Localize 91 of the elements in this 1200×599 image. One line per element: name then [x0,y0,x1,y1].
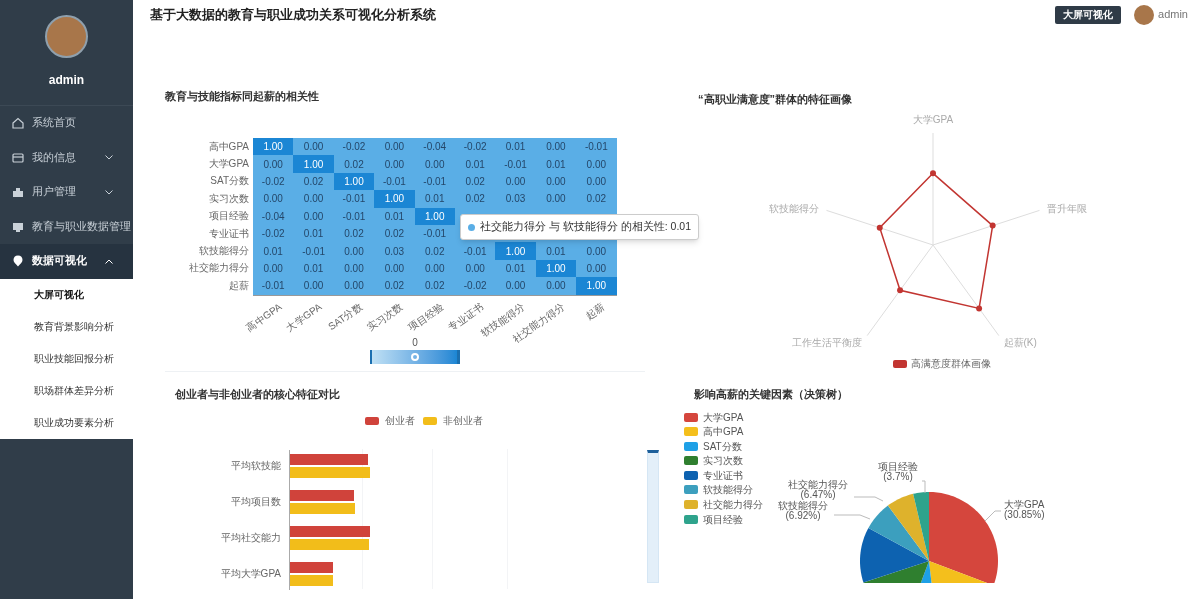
legend-label[interactable]: 非创业者 [443,413,483,428]
axis-label: 高中GPA [244,300,285,334]
legend-label[interactable]: 高中GPA [703,424,744,440]
card-icon [11,150,25,165]
leader-line [921,480,926,494]
axis-label: SAT分数 [326,300,365,333]
axis-label: 平均大学GPA [219,568,281,580]
menu-item[interactable]: 用户管理 [0,175,133,210]
heatmap-cell[interactable]: 1.00 [374,190,415,208]
axis-label: 大学GPA [911,113,955,127]
legend-label[interactable]: 社交能力得分 [703,497,763,513]
pie-slice[interactable] [860,527,929,583]
chart-title: “高职业满意度”群体的特征画像 [697,92,853,107]
user-name[interactable]: admin [1158,6,1188,23]
heatmap-cell[interactable]: 1.00 [293,155,334,173]
axis-label: 起薪(K) [1003,336,1037,351]
axis-label: 大学GPA [207,157,249,170]
axis-label: 起薪 [228,279,249,292]
leader-line [853,496,884,502]
legend-label[interactable]: SAT分数 [703,438,742,454]
axis-label: 软技能得分 [768,201,819,216]
slice-percent: (6.92%) [785,511,821,521]
chart-title: 创业者与非创业者的核心特征对比 [174,387,341,402]
slice-label: 软技能得分 [778,501,828,511]
legend-label[interactable]: 项目经验 [703,511,743,527]
slice-label: 社交能力得分 [788,480,848,490]
axis-label: 平均软技能 [230,460,281,472]
briefcase-icon [11,185,25,200]
axis-label: 大学GPA [284,300,325,334]
submenu-item[interactable]: 职场群体差异分析 [0,374,133,407]
slider-handle[interactable] [410,353,419,361]
heatmap-cell[interactable]: 1.00 [576,277,617,295]
axis-label: 项目经验 [406,300,446,334]
axis-label: 晋升年限 [1047,201,1088,216]
slice-percent: (3.7%) [883,472,913,482]
axis-label: 专业证书 [208,227,249,240]
axis-label: 社交能力得分 [188,262,249,275]
axis-label: 实习次数 [208,192,249,205]
axis-label: 平均社交能力 [220,532,281,544]
legend-label[interactable]: 实习次数 [703,453,743,469]
user-avatar[interactable] [1134,4,1155,25]
legend-label[interactable]: 大学GPA [703,409,744,425]
axis-label: 工作生活平衡度 [792,336,863,351]
submenu-item[interactable]: 大屏可视化 [0,278,133,311]
big-screen-button[interactable]: 大屏可视化 [1055,5,1122,24]
home-icon [11,116,25,131]
bar [290,490,354,501]
range-slider[interactable] [370,350,460,364]
pie-slice[interactable] [929,492,998,583]
pie-slice[interactable] [929,561,988,583]
heatmap-cell[interactable]: 1.00 [495,242,536,260]
user-name: admin [48,72,85,89]
leader-line [984,510,1002,522]
axis-label: 平均项目数 [230,496,281,508]
submenu-item[interactable]: 教育背景影响分析 [0,310,133,343]
slice-percent: (30.85%) [1004,510,1045,520]
bar [290,575,333,586]
legend-label[interactable]: 专业证书 [703,467,743,483]
leader-line [833,514,871,520]
pie-slice[interactable] [887,493,929,561]
slice-label: 大学GPA [1004,500,1045,510]
legend-label[interactable]: 创业者 [385,413,415,428]
pie-slice[interactable] [868,505,929,561]
bar [290,503,355,514]
tooltip-text: 社交能力得分 与 软技能得分 的相关性: 0.01 [480,219,692,235]
page-title: 基于大数据的教育与职业成功关系可视化分析系统 [150,5,436,24]
bar [290,562,333,573]
menu-item[interactable]: 我的信息 [0,140,133,175]
legend-label[interactable]: 软技能得分 [703,482,753,498]
legend-label[interactable]: 高满意度群体画像 [911,356,991,371]
chart-title: 教育与技能指标同起薪的相关性 [165,89,320,104]
axis-label: 高中GPA [207,140,249,153]
pie-slice[interactable] [913,492,929,561]
submenu-item[interactable]: 职业成功要素分析 [0,406,133,439]
map-pin-icon [11,254,25,269]
axis-label: 起薪 [584,300,608,322]
slice-label: 项目经验 [878,462,918,472]
axis-label: 项目经验 [208,210,249,223]
slice-percent: (6.47%) [800,490,836,500]
menu-item[interactable]: 教育与职业数据管理 [0,209,133,244]
menu-item[interactable]: 数据可视化 [0,244,133,279]
axis-label: 实习次数 [365,300,406,334]
submenu-item[interactable]: 职业技能回报分析 [0,342,133,375]
pie-slice[interactable] [920,561,932,583]
avatar [45,15,88,58]
axis-label: SAT分数 [209,175,249,188]
heatmap-cell[interactable]: 1.00 [253,138,294,156]
axis-label: 软技能得分 [198,244,249,257]
menu-item[interactable]: 系统首页 [0,106,133,141]
range-value: 0 [411,336,419,350]
chart-title: 影响高薪的关键因素（决策树） [693,387,849,402]
